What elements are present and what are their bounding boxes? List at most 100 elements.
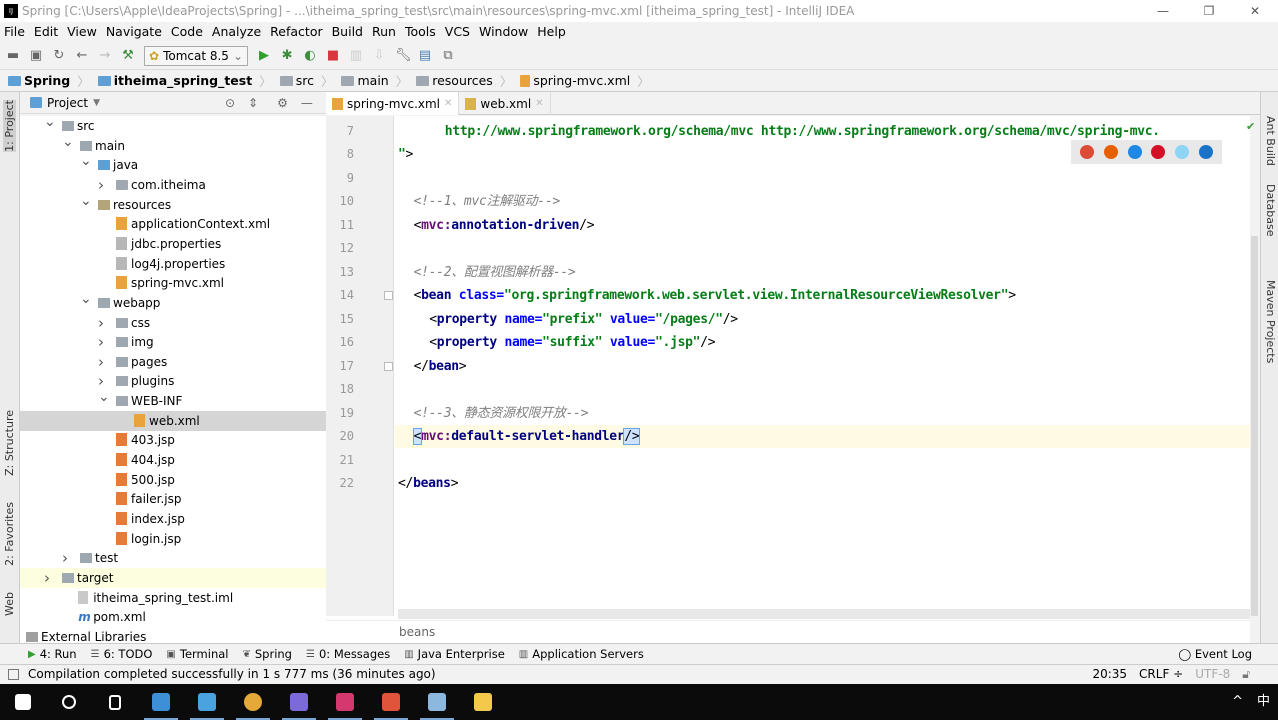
chevron-right-icon[interactable]: › [98,332,108,352]
tree-item[interactable]: log4j.properties [20,254,326,274]
debug-icon[interactable]: ✱ [280,48,294,63]
stripe-ant-build[interactable]: Ant Build [1264,116,1277,166]
chevron-right-icon[interactable]: › [98,352,108,372]
tab-spring-mvc-xml[interactable]: spring-mvc.xml ✕ [326,92,460,115]
menu-edit[interactable]: Edit [34,22,58,42]
tool-window-java-enterprise[interactable]: ▥ Java Enterprise [404,647,505,661]
chevron-down-icon[interactable]: ⌄ [80,289,92,309]
opera-icon[interactable] [1151,145,1166,159]
vertical-scrollbar[interactable] [1250,116,1260,616]
chevron-down-icon[interactable]: ⌄ [62,132,74,152]
run-icon[interactable]: ▶ [257,48,271,63]
stop-icon[interactable]: ■ [326,48,340,63]
save-icon[interactable]: ▣ [29,48,43,63]
stripe-project[interactable]: 1: Project [3,100,16,152]
chevron-right-icon[interactable]: › [98,313,108,333]
sdk-icon[interactable]: ⧉ [441,48,455,63]
close-tab-icon[interactable]: ✕ [535,98,543,109]
update-icon[interactable]: ▥ [349,48,363,63]
ie-icon[interactable] [1175,145,1190,159]
tool-window-4-run[interactable]: ▶ 4: Run [28,647,77,661]
breadcrumb-item[interactable]: spring-mvc.xml 〉 [520,71,650,90]
chevron-right-icon[interactable]: › [62,548,72,568]
close-button[interactable]: ✕ [1232,0,1278,22]
code-editor[interactable]: 7 8 9 10 11 12 13 14 15 16 17 18 19 20 21 22 http://www… [326,116,1250,643]
tree-item[interactable]: › test [20,548,326,568]
tree-item[interactable]: 500.jsp [20,470,326,490]
tool-window-spring[interactable]: ❦ Spring [242,647,292,661]
gear-icon[interactable]: ⚙ [277,96,288,110]
tree-item[interactable]: › pages [20,352,326,372]
chrome-icon[interactable] [1079,145,1094,159]
breadcrumb-item[interactable]: resources 〉 [416,71,512,90]
tree-item[interactable]: › target [20,567,326,588]
tree-item[interactable]: ⌄ WEB-INF [20,389,326,411]
menu-run[interactable]: Run [372,22,396,42]
tree-item[interactable]: ⌄ webapp [20,291,326,313]
powerpoint-icon[interactable] [368,684,414,720]
tree-item[interactable]: ›External Libraries [20,627,326,643]
fold-marker-icon[interactable] [384,361,393,371]
tree-item[interactable]: › com.itheima [20,175,326,195]
tree-item[interactable]: m pom.xml [20,607,326,627]
chevron-down-icon[interactable]: ▼ [93,98,100,108]
breadcrumb-item[interactable]: main 〉 [341,71,408,90]
stripe-maven-projects[interactable]: Maven Projects [1264,280,1277,363]
hide-icon[interactable]: — [301,96,313,110]
menu-view[interactable]: View [67,22,97,42]
file-encoding[interactable]: UTF-8 [1195,665,1230,684]
start-icon[interactable] [0,684,46,720]
tree-item[interactable]: index.jsp [20,509,326,529]
breadcrumb-item[interactable]: src 〉 [279,71,333,90]
chevron-down-icon[interactable]: ⌄ [80,191,92,211]
breadcrumb-item[interactable]: itheima_spring_test 〉 [97,71,272,90]
run-configuration-select[interactable]: ✿ Tomcat 8.5 ⌄ [144,45,249,66]
input-method-indicator[interactable]: 中 [1257,684,1270,720]
app-icon[interactable] [184,684,230,720]
build-icon[interactable]: ⚒ [121,48,135,63]
stripe-database[interactable]: Database [1264,184,1277,237]
tool-window-6-todo[interactable]: ☰ 6: TODO [91,647,153,661]
paint-icon[interactable] [414,684,460,720]
tool-window-0-messages[interactable]: ☰ 0: Messages [306,647,390,661]
close-tab-icon[interactable]: ✕ [444,98,452,109]
maximize-button[interactable]: ❐ [1186,0,1232,22]
lock-icon[interactable]: 🔓︎ [1242,665,1250,684]
stripe-favorites[interactable]: 2: Favorites [3,502,16,566]
tree-item[interactable]: itheima_spring_test.iml [20,588,326,608]
tab-web-xml[interactable]: web.xml ✕ [459,92,551,115]
menu-analyze[interactable]: Analyze [212,22,261,42]
menu-code[interactable]: Code [171,22,203,42]
sync-icon[interactable]: ↻ [52,48,66,63]
chevron-down-icon[interactable]: ⌄ [44,116,56,132]
open-icon[interactable]: ▬ [6,48,20,63]
scrollbar-thumb[interactable] [1251,236,1258,616]
file-explorer-icon[interactable] [460,684,506,720]
menu-window[interactable]: Window [479,22,528,42]
chevron-down-icon[interactable]: ⌄ [98,387,110,407]
menu-refactor[interactable]: Refactor [270,22,322,42]
settings-icon[interactable]: 🔧︎ [395,48,412,63]
deploy-icon[interactable]: ⇩ [372,48,386,63]
tree-item[interactable]: failer.jsp [20,489,326,509]
tool-window-application-servers[interactable]: ▥ Application Servers [519,647,644,661]
tree-item[interactable]: ⌄ main [20,134,326,156]
search-icon[interactable] [46,684,92,720]
tree-item[interactable]: 403.jsp [20,430,326,450]
tree-item[interactable]: jdbc.properties [20,234,326,254]
menu-build[interactable]: Build [332,22,363,42]
forward-icon[interactable]: → [98,48,112,63]
tool-window-terminal[interactable]: ▣ Terminal [166,647,228,661]
horizontal-scrollbar[interactable] [398,609,1250,619]
minimize-button[interactable]: — [1140,0,1186,22]
chevron-right-icon[interactable]: › [98,175,108,195]
tree-item[interactable]: ⌄ resources [20,193,326,215]
coverage-icon[interactable]: ◐ [303,48,317,63]
tree-item[interactable]: applicationContext.xml [20,214,326,234]
tree-item[interactable]: web.xml [20,410,326,431]
menu-tools[interactable]: Tools [405,22,436,42]
tree-item[interactable]: login.jsp [20,529,326,549]
status-toggle-icon[interactable] [8,669,19,680]
task-view-icon[interactable] [92,684,138,720]
caret-position[interactable]: 20:35 [1092,665,1127,684]
